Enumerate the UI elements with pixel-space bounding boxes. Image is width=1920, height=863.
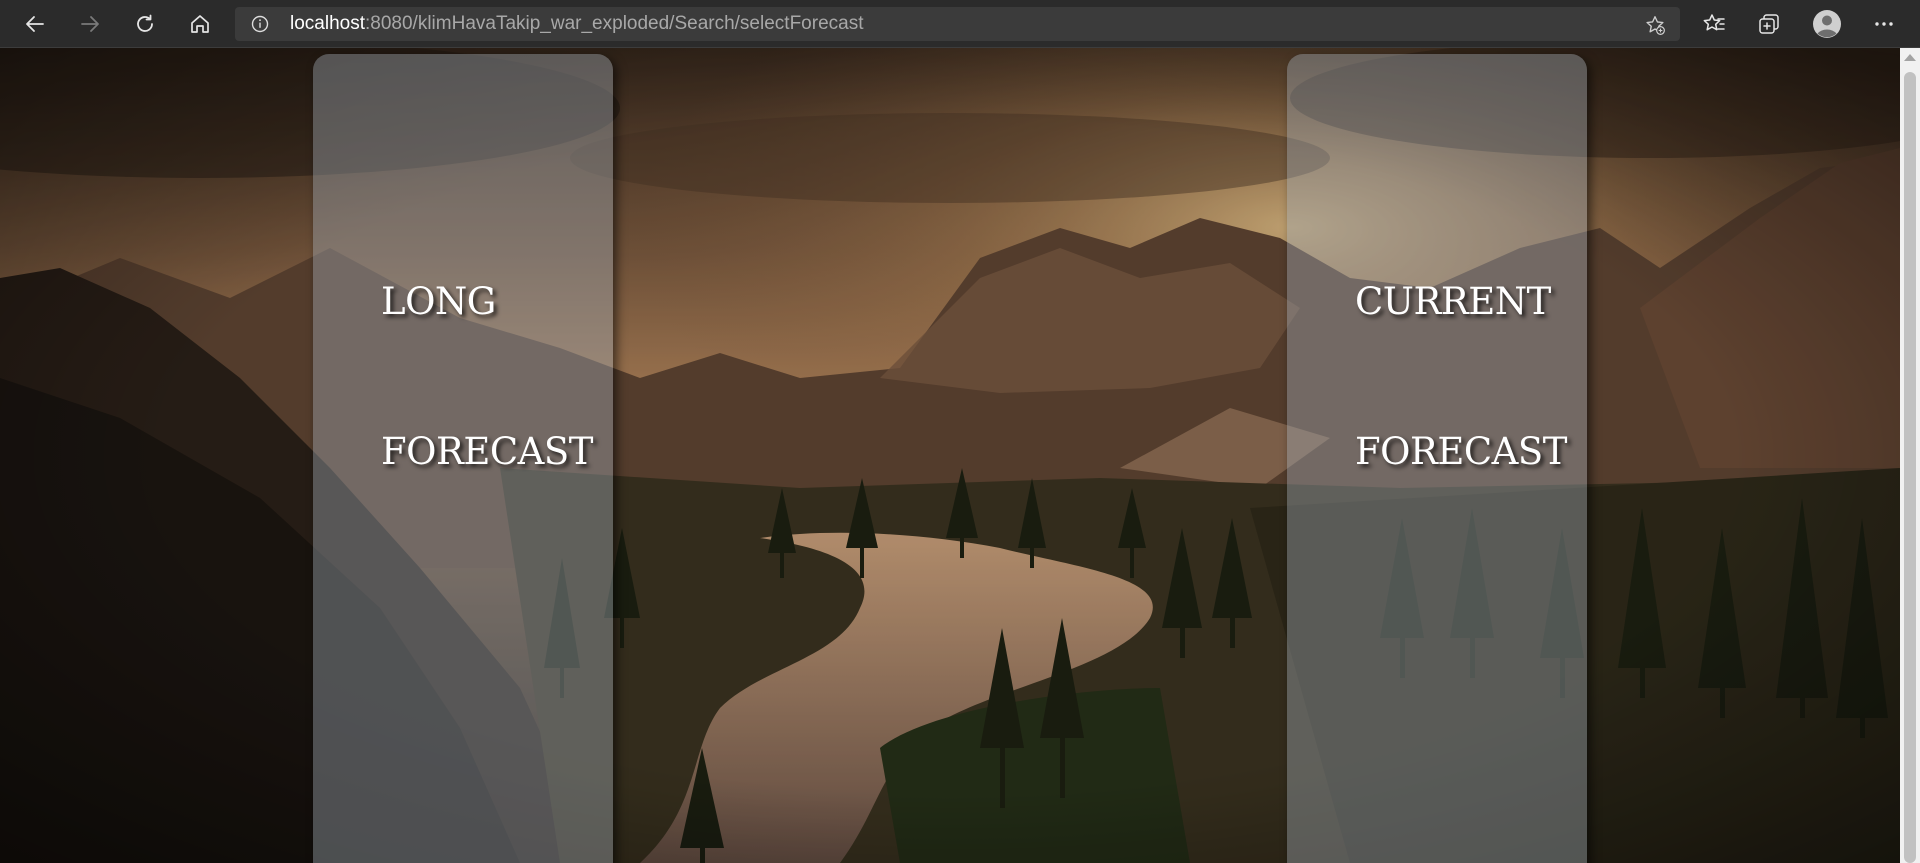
collections-button[interactable]	[1751, 6, 1787, 42]
long-forecast-line1: LONG	[381, 280, 496, 323]
forward-button[interactable]	[72, 6, 108, 42]
url-host: localhost	[290, 13, 365, 34]
forward-icon	[81, 16, 99, 32]
collections-icon	[1759, 14, 1779, 34]
long-forecast-panel[interactable]: LONG FORECAST	[313, 54, 613, 863]
address-bar[interactable]: localhost:8080/klimHavaTakip_war_explode…	[235, 7, 1680, 41]
vertical-scrollbar[interactable]	[1900, 48, 1920, 863]
refresh-icon	[137, 14, 153, 32]
browser-toolbar: localhost:8080/klimHavaTakip_war_explode…	[0, 0, 1920, 48]
current-forecast-panel[interactable]: CURRENT FORECAST	[1287, 54, 1587, 863]
add-favorite-icon[interactable]	[1644, 14, 1666, 36]
profile-button[interactable]	[1809, 6, 1845, 42]
back-icon	[26, 16, 44, 32]
back-button[interactable]	[17, 6, 53, 42]
home-button[interactable]	[182, 6, 218, 42]
scroll-up-arrow-icon[interactable]	[1904, 54, 1916, 61]
current-forecast-line1: CURRENT	[1355, 280, 1551, 323]
page-viewport: LONG FORECAST CURRENT FORECAST	[0, 48, 1900, 863]
scroll-thumb[interactable]	[1904, 72, 1916, 863]
favorites-icon	[1703, 14, 1725, 31]
more-button[interactable]	[1866, 6, 1902, 42]
info-icon[interactable]	[251, 15, 269, 33]
profile-icon	[1813, 10, 1841, 38]
current-forecast-line2: FORECAST	[1355, 430, 1567, 473]
long-forecast-line2: FORECAST	[381, 430, 593, 473]
url-text[interactable]: localhost:8080/klimHavaTakip_war_explode…	[290, 7, 863, 41]
landscape-background	[0, 48, 1900, 863]
favorites-button[interactable]	[1696, 6, 1732, 42]
home-icon	[191, 15, 209, 33]
refresh-button[interactable]	[127, 6, 163, 42]
url-path: :8080/klimHavaTakip_war_exploded/Search/…	[365, 13, 864, 34]
more-icon	[1875, 22, 1893, 26]
